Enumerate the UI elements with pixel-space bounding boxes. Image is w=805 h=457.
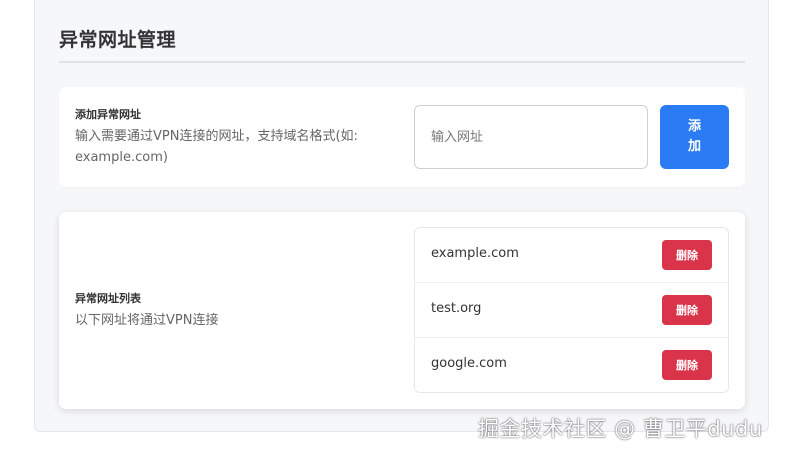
add-url-description-line2: example.com) (75, 150, 168, 165)
url-list: example.com 删除 test.org 删除 google.com 删除 (414, 227, 729, 393)
add-url-description-line1: 输入需要通过VPN连接的网址，支持域名格式(如: (75, 129, 358, 144)
watermark: 掘金技术社区 @ 曹卫平dudu (478, 417, 763, 441)
url-list-card: 异常网址列表 以下网址将通过VPN连接 example.com 删除 test.… (59, 212, 745, 409)
url-text: google.com (431, 356, 507, 371)
add-button[interactable]: 添 加 (660, 105, 729, 169)
url-list-item: google.com 删除 (415, 338, 728, 392)
url-text: example.com (431, 246, 519, 261)
url-list-item: test.org 删除 (415, 283, 728, 338)
delete-button[interactable]: 删除 (662, 295, 712, 325)
url-list-item: example.com 删除 (415, 228, 728, 283)
url-list-description: 以下网址将通过VPN连接 (75, 313, 219, 328)
url-text: test.org (431, 301, 482, 316)
url-list-heading: 异常网址列表 (75, 292, 141, 305)
url-input[interactable] (414, 105, 648, 169)
delete-button[interactable]: 删除 (662, 240, 712, 270)
add-url-card: 添加异常网址 输入需要通过VPN连接的网址，支持域名格式(如: example.… (59, 87, 745, 187)
delete-button[interactable]: 删除 (662, 350, 712, 380)
title-divider (59, 61, 745, 63)
add-url-description: 输入需要通过VPN连接的网址，支持域名格式(如: example.com) (75, 126, 358, 168)
add-url-heading: 添加异常网址 (75, 108, 141, 121)
add-button-label-line1: 添 (687, 119, 701, 134)
page-title: 异常网址管理 (59, 29, 177, 51)
add-button-label-line2: 加 (687, 139, 701, 154)
